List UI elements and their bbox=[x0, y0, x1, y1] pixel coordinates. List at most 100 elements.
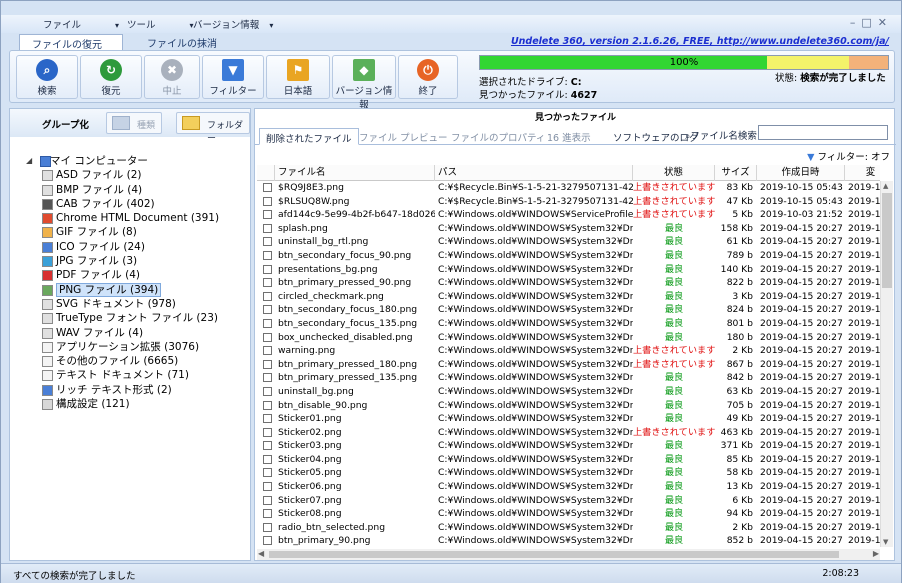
table-row[interactable]: presentations_bg.png C:¥Windows.old¥WINDO… bbox=[257, 263, 880, 277]
tree-item[interactable]: Chrome HTML Document (391) bbox=[26, 211, 250, 225]
row-checkbox[interactable] bbox=[263, 495, 272, 505]
row-checkbox[interactable] bbox=[263, 318, 272, 328]
language-button[interactable]: ⚑ 日本語 bbox=[266, 55, 330, 99]
row-checkbox[interactable] bbox=[263, 332, 272, 342]
maximize-icon[interactable]: □ bbox=[861, 16, 877, 29]
table-row[interactable]: uninstall_bg_rtl.png C:¥Windows.old¥WINDO… bbox=[257, 235, 880, 249]
table-row[interactable]: afd144c9-5e99-4b2f-b647-18d0268cc...C:¥W… bbox=[257, 208, 880, 222]
tree-item[interactable]: WAV ファイル (4) bbox=[26, 326, 250, 340]
stop-button[interactable]: ✖ 中止 bbox=[144, 55, 200, 99]
table-row[interactable]: box_unchecked_disabled.png C:¥Windows.old… bbox=[257, 331, 880, 345]
tab-file-properties[interactable]: ファイルのプロパティ bbox=[445, 128, 551, 145]
horizontal-scrollbar[interactable]: ◀ ▶ bbox=[257, 549, 880, 560]
table-row[interactable]: btn_primary_pressed_135.png C:¥Windows.ol… bbox=[257, 371, 880, 385]
tree-root[interactable]: ◢ マイ コンピューター bbox=[26, 154, 250, 168]
expand-icon[interactable]: ◢ bbox=[26, 154, 32, 168]
col-size[interactable]: サイズ bbox=[715, 165, 757, 181]
menu-tools[interactable]: ツール ▾ bbox=[127, 17, 194, 31]
tree-item[interactable]: テキスト ドキュメント (71) bbox=[26, 368, 250, 382]
tree-item[interactable]: TrueType フォント ファイル (23) bbox=[26, 311, 250, 325]
table-row[interactable]: Sticker01.png C:¥Windows.old¥WINDOWS¥Syst… bbox=[257, 412, 880, 426]
table-row[interactable]: btn_primary_pressed_90.png C:¥Windows.old… bbox=[257, 276, 880, 290]
table-row[interactable]: Sticker04.png C:¥Windows.old¥WINDOWS¥Syst… bbox=[257, 453, 880, 467]
row-checkbox[interactable] bbox=[263, 278, 272, 288]
tab-hex-view[interactable]: 16 進表示 bbox=[541, 128, 597, 145]
scroll-down-icon[interactable]: ▼ bbox=[883, 538, 888, 546]
row-checkbox[interactable] bbox=[263, 509, 272, 519]
tree-item[interactable]: 構成設定 (121) bbox=[26, 397, 250, 411]
tree-item[interactable]: SVG ドキュメント (978) bbox=[26, 297, 250, 311]
group-by-type-button[interactable]: 種類 bbox=[106, 112, 163, 134]
about-button[interactable]: ◆ バージョン情報 bbox=[332, 55, 396, 111]
table-row[interactable]: Sticker06.png C:¥Windows.old¥WINDOWS¥Syst… bbox=[257, 480, 880, 494]
row-checkbox[interactable] bbox=[263, 291, 272, 301]
minimize-icon[interactable]: – bbox=[850, 16, 862, 29]
tab-deleted-files[interactable]: 削除されたファイル bbox=[259, 128, 359, 145]
table-row[interactable]: $RQ9J8E3.png C:¥$Recycle.Bin¥S-1-5-21-327… bbox=[257, 181, 880, 195]
scroll-up-icon[interactable]: ▲ bbox=[883, 182, 888, 190]
table-row[interactable]: btn_secondary_focus_135.png C:¥Windows.ol… bbox=[257, 317, 880, 331]
tree-item[interactable]: BMP ファイル (4) bbox=[26, 183, 250, 197]
col-created[interactable]: 作成日時 bbox=[757, 165, 845, 181]
col-filename[interactable]: ファイル名 bbox=[275, 165, 435, 181]
tree-item[interactable]: アプリケーション拡張 (3076) bbox=[26, 340, 250, 354]
row-checkbox[interactable] bbox=[263, 210, 272, 220]
row-checkbox[interactable] bbox=[263, 441, 272, 451]
tree-item[interactable]: リッチ テキスト形式 (2) bbox=[26, 383, 250, 397]
tree-item[interactable]: CAB ファイル (402) bbox=[26, 197, 250, 211]
row-checkbox[interactable] bbox=[263, 482, 272, 492]
scroll-right-icon[interactable]: ▶ bbox=[873, 549, 879, 558]
table-row[interactable]: btn_primary_pressed_180.png C:¥Windows.ol… bbox=[257, 358, 880, 372]
table-row[interactable]: Sticker07.png C:¥Windows.old¥WINDOWS¥Syst… bbox=[257, 494, 880, 508]
row-checkbox[interactable] bbox=[263, 237, 272, 247]
row-checkbox[interactable] bbox=[263, 400, 272, 410]
tree-item[interactable]: その他のファイル (6665) bbox=[26, 354, 250, 368]
menu-about[interactable]: バージョン情報 ▾ bbox=[193, 17, 273, 31]
row-checkbox[interactable] bbox=[263, 427, 272, 437]
row-checkbox[interactable] bbox=[263, 223, 272, 233]
version-link[interactable]: Undelete 360, version 2.1.6.26, FREE, ht… bbox=[511, 36, 889, 47]
row-checkbox[interactable] bbox=[263, 386, 272, 396]
exit-button[interactable]: ⏻ 終了 bbox=[398, 55, 458, 99]
tree-item[interactable]: ASD ファイル (2) bbox=[26, 168, 250, 182]
tab-wipe-files[interactable]: ファイルの抹消 bbox=[135, 34, 229, 50]
row-checkbox[interactable] bbox=[263, 414, 272, 424]
table-row[interactable]: splash.png C:¥Windows.old¥WINDOWS¥System3… bbox=[257, 222, 880, 236]
tab-recover-files[interactable]: ファイルの復元 bbox=[19, 34, 123, 51]
tree-item[interactable]: PNG ファイル (394) bbox=[26, 282, 250, 297]
table-row[interactable]: btn_primary_90.png C:¥Windows.old¥WINDOWS… bbox=[257, 534, 880, 548]
row-checkbox[interactable] bbox=[263, 454, 272, 464]
tree-item[interactable]: JPG ファイル (3) bbox=[26, 254, 250, 268]
table-row[interactable]: warning.png C:¥Windows.old¥WINDOWS¥System… bbox=[257, 344, 880, 358]
col-state[interactable]: 状態 bbox=[633, 165, 715, 181]
row-checkbox[interactable] bbox=[263, 522, 272, 532]
col-path[interactable]: パス bbox=[435, 165, 633, 181]
row-checkbox[interactable] bbox=[263, 264, 272, 274]
scroll-left-icon[interactable]: ◀ bbox=[258, 549, 264, 558]
row-checkbox[interactable] bbox=[263, 536, 272, 546]
tree-item[interactable]: ICO ファイル (24) bbox=[26, 240, 250, 254]
row-checkbox[interactable] bbox=[263, 468, 272, 478]
table-row[interactable]: btn_secondary_focus_90.png C:¥Windows.old… bbox=[257, 249, 880, 263]
row-checkbox[interactable] bbox=[263, 305, 272, 315]
recover-button[interactable]: ↻ 復元 bbox=[80, 55, 142, 99]
table-row[interactable]: Sticker05.png C:¥Windows.old¥WINDOWS¥Syst… bbox=[257, 466, 880, 480]
table-row[interactable]: Sticker03.png C:¥Windows.old¥WINDOWS¥Syst… bbox=[257, 439, 880, 453]
row-checkbox[interactable] bbox=[263, 346, 272, 356]
row-checkbox[interactable] bbox=[263, 196, 272, 206]
tree-item[interactable]: PDF ファイル (4) bbox=[26, 268, 250, 282]
table-row[interactable]: circled_checkmark.png C:¥Windows.old¥WIND… bbox=[257, 290, 880, 304]
table-row[interactable]: btn_secondary_focus_180.png C:¥Windows.ol… bbox=[257, 303, 880, 317]
filter-status[interactable]: ▼ フィルター: オフ bbox=[807, 149, 890, 163]
tab-file-preview[interactable]: ファイル プレビュー bbox=[353, 128, 454, 145]
table-row[interactable]: Sticker08.png C:¥Windows.old¥WINDOWS¥Syst… bbox=[257, 507, 880, 521]
menu-file[interactable]: ファイル ▾ bbox=[43, 17, 119, 31]
col-modified[interactable]: 変 bbox=[845, 165, 880, 181]
row-checkbox[interactable] bbox=[263, 250, 272, 260]
group-by-folder-button[interactable]: フォルダー bbox=[176, 112, 250, 144]
search-button[interactable]: ⌕ 検索 bbox=[16, 55, 78, 99]
tree-item[interactable]: GIF ファイル (8) bbox=[26, 225, 250, 239]
close-icon[interactable]: ✕ bbox=[878, 16, 893, 29]
table-row[interactable]: radio_btn_selected.png C:¥Windows.old¥WIN… bbox=[257, 521, 880, 535]
table-row[interactable]: uninstall_bg.png C:¥Windows.old¥WINDOWS¥S… bbox=[257, 385, 880, 399]
